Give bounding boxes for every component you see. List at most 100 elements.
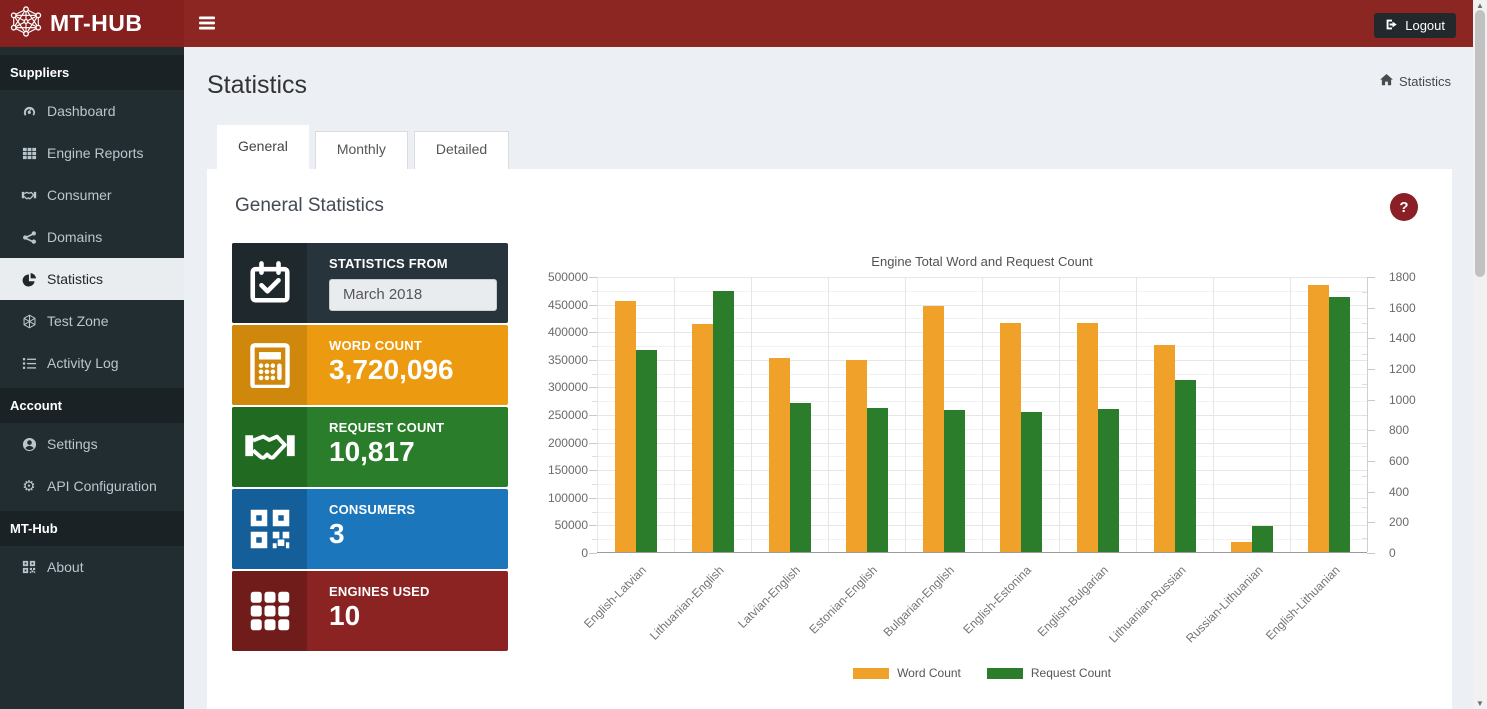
hamburger-icon: [199, 16, 215, 33]
breadcrumb-current: Statistics: [1398, 74, 1451, 89]
gridline: [905, 277, 906, 552]
axis-tick: [589, 525, 597, 527]
stat-card-statistics-from: STATISTICS FROM March 2018: [232, 243, 508, 323]
sidebar: Suppliers Dashboard Engine Reports Consu…: [0, 47, 184, 709]
statistics-from-select[interactable]: March 2018: [329, 279, 497, 311]
network-mesh-icon: [9, 5, 43, 42]
gridline: [1290, 277, 1291, 552]
bar-request-count: [789, 403, 811, 552]
bar-word-count: [1230, 542, 1252, 552]
scrollbar-thumb[interactable]: [1475, 10, 1485, 277]
sidebar-item-test-zone[interactable]: Test Zone: [0, 300, 184, 342]
sidebar-item-domains[interactable]: Domains: [0, 216, 184, 258]
sidebar-section-account: Account: [0, 388, 184, 423]
axis-tick: [589, 387, 597, 389]
axis-tick: [589, 332, 597, 334]
bar-word-count: [922, 305, 944, 552]
axis-tick: [589, 359, 597, 361]
gridline: [751, 277, 752, 552]
x-axis-label: Estonian-English: [806, 563, 881, 637]
gridline: [1059, 277, 1060, 552]
axis-tick: [1362, 476, 1367, 478]
x-axis-label: English-Estonina: [960, 563, 1035, 637]
user-circle-icon: [21, 436, 37, 452]
sidebar-item-activity-log[interactable]: Activity Log: [0, 342, 184, 384]
y-axis-left-label: 250000: [547, 408, 588, 422]
consumer-icon: [21, 187, 37, 203]
gridline: [1367, 277, 1368, 552]
sidebar-item-label: Activity Log: [47, 355, 119, 371]
axis-tick: [1367, 338, 1375, 340]
page-title: Statistics: [207, 71, 308, 99]
engine-reports-icon: [21, 145, 37, 161]
qrcode-icon: [21, 559, 37, 575]
axis-tick: [592, 318, 597, 320]
logout-label: Logout: [1405, 18, 1445, 33]
x-axis-label: English-Lithuanian: [1262, 563, 1343, 643]
axis-tick: [1362, 384, 1367, 386]
sidebar-item-consumer[interactable]: Consumer: [0, 174, 184, 216]
chart-legend: Word Count Request Count: [597, 666, 1367, 680]
sidebar-item-label: Dashboard: [47, 103, 116, 119]
sidebar-item-api-configuration[interactable]: ⚙ API Configuration: [0, 465, 184, 507]
sidebar-item-about[interactable]: About: [0, 546, 184, 588]
x-axis-label: Lithuanian-English: [646, 563, 727, 643]
axis-tick: [1367, 430, 1375, 432]
sidebar-item-dashboard[interactable]: Dashboard: [0, 90, 184, 132]
sidebar-item-statistics[interactable]: Statistics: [0, 258, 184, 300]
chart: Engine Total Word and Request Count 0 500…: [530, 246, 1416, 691]
bar-word-count: [999, 323, 1021, 552]
stat-card-request-count: REQUEST COUNT 10,817: [232, 407, 508, 487]
sidebar-item-label: Engine Reports: [47, 145, 144, 161]
vertical-scrollbar[interactable]: ▲ ▼: [1473, 0, 1487, 709]
y-axis-right-label: 800: [1389, 423, 1410, 438]
scroll-down-arrow[interactable]: ▼: [1473, 698, 1487, 709]
y-axis-right-label: 1400: [1389, 331, 1416, 346]
x-axis-label: English-Bulgarian: [1034, 563, 1112, 640]
y-axis-left-label: 100000: [547, 490, 588, 505]
legend-swatch: [853, 667, 890, 679]
bar-word-count: [1307, 285, 1329, 552]
axis-tick: [589, 442, 597, 444]
axis-tick: [1362, 445, 1367, 447]
help-button[interactable]: ?: [1390, 193, 1418, 221]
bar-request-count: [1251, 525, 1273, 552]
y-axis-left-label: 500000: [547, 270, 588, 284]
sidebar-toggle-button[interactable]: [193, 12, 221, 36]
sidebar-item-settings[interactable]: Settings: [0, 423, 184, 465]
sidebar-section-suppliers: Suppliers: [0, 55, 184, 90]
bar-request-count: [712, 291, 734, 552]
legend-item-word-count[interactable]: Word Count: [853, 666, 961, 680]
brand-logo[interactable]: MT-HUB: [0, 0, 184, 47]
top-navbar: MT-HUB Logout: [0, 0, 1487, 47]
bar-word-count: [845, 360, 867, 552]
test-zone-icon: [21, 313, 37, 329]
logout-button[interactable]: Logout: [1374, 13, 1456, 38]
x-axis-label: Latvian-English: [735, 563, 804, 631]
home-icon: [1380, 74, 1393, 89]
stat-card-word-count: WORD COUNT 3,720,096: [232, 325, 508, 405]
y-axis-right-label: 0: [1389, 546, 1396, 560]
stat-card-value: 3,720,096: [329, 354, 454, 385]
axis-tick: [1362, 415, 1367, 416]
y-axis-right-label: 1600: [1389, 300, 1416, 315]
tab-detailed[interactable]: Detailed: [413, 131, 510, 169]
tab-general[interactable]: General: [217, 125, 309, 169]
legend-label: Word Count: [897, 666, 961, 680]
sidebar-item-label: About: [47, 559, 84, 575]
axis-tick: [1367, 277, 1375, 278]
breadcrumb[interactable]: Statistics: [1380, 74, 1451, 89]
y-axis-left-label: 200000: [547, 435, 588, 450]
gridline: [982, 277, 983, 552]
content-header: Statistics Statistics: [184, 47, 1487, 100]
legend-item-request-count[interactable]: Request Count: [986, 666, 1111, 680]
plot-area: [589, 277, 1375, 554]
sidebar-item-label: API Configuration: [47, 478, 157, 494]
stat-card-value: 10: [329, 600, 361, 631]
axis-tick: [592, 484, 597, 485]
sidebar-item-label: Test Zone: [47, 313, 109, 329]
tab-monthly[interactable]: Monthly: [314, 131, 408, 169]
sidebar-item-engine-reports[interactable]: Engine Reports: [0, 132, 184, 174]
axis-tick: [1362, 507, 1367, 508]
x-axis-label: Bulgarian-English: [880, 563, 958, 640]
